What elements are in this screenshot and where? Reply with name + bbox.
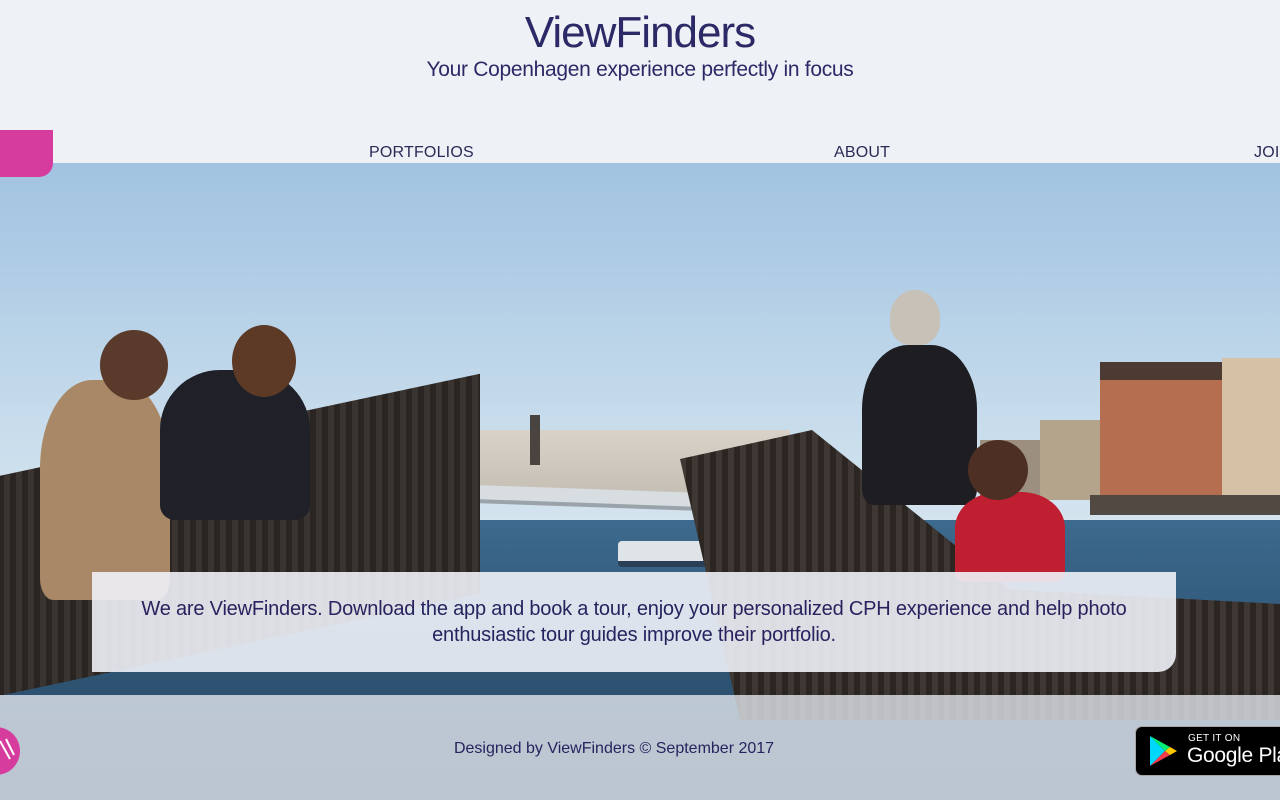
footer-credit: Designed by ViewFinders © September 2017 xyxy=(453,740,775,757)
person xyxy=(955,492,1065,582)
site-title: ViewFinders xyxy=(524,8,756,57)
nav-link-join[interactable]: JOIN xyxy=(1254,144,1280,162)
person-head xyxy=(100,330,168,400)
person xyxy=(40,380,170,600)
person-head xyxy=(968,440,1028,500)
menu-tab[interactable] xyxy=(0,130,53,177)
pencil-icon xyxy=(0,738,15,760)
building xyxy=(1222,358,1280,500)
person-head xyxy=(890,290,940,345)
google-play-icon xyxy=(1150,736,1177,766)
footer: Designed by ViewFinders © September 2017 xyxy=(0,695,1280,800)
nav-link-portfolios[interactable]: PORTFOLIOS xyxy=(369,144,474,162)
person xyxy=(160,370,310,520)
church-spire xyxy=(530,415,540,465)
intro-panel: We are ViewFinders. Download the app and… xyxy=(92,572,1176,672)
intro-text: We are ViewFinders. Download the app and… xyxy=(141,598,1127,646)
warehouse-building xyxy=(1100,362,1225,500)
badge-caption: GET IT ON xyxy=(1188,733,1241,744)
badge-store-name: Google Play xyxy=(1187,744,1280,767)
building xyxy=(1040,420,1102,500)
quay xyxy=(1090,495,1280,515)
person xyxy=(862,345,977,505)
google-play-badge[interactable]: GET IT ON Google Play xyxy=(1135,726,1280,776)
nav-link-about[interactable]: ABOUT xyxy=(834,144,890,162)
site-subtitle: Your Copenhagen experience perfectly in … xyxy=(426,58,854,81)
person-head xyxy=(232,325,296,397)
